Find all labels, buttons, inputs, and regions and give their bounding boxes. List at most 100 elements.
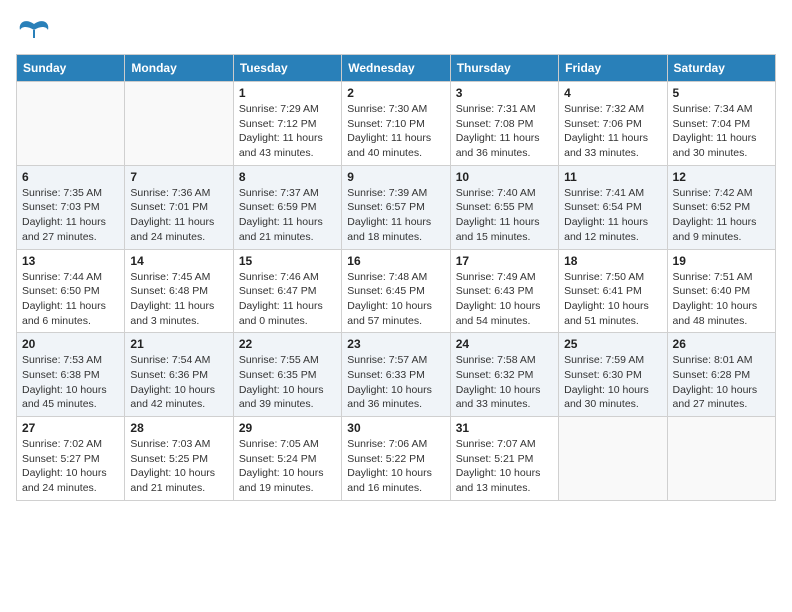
calendar-cell: 12Sunrise: 7:42 AMSunset: 6:52 PMDayligh…: [667, 165, 775, 249]
day-detail: Sunrise: 7:42 AMSunset: 6:52 PMDaylight:…: [673, 186, 770, 245]
day-detail: Sunrise: 7:35 AMSunset: 7:03 PMDaylight:…: [22, 186, 119, 245]
calendar-cell: 19 Sunrise: 7:51 AMSunset: 6:40 PMDayligh…: [667, 249, 775, 333]
day-detail: Sunrise: 7:59 AMSunset: 6:30 PMDaylight:…: [564, 353, 661, 412]
day-number: 24: [456, 337, 553, 351]
calendar-cell: [667, 417, 775, 501]
day-detail: Sunrise: 7:39 AMSunset: 6:57 PMDaylight:…: [347, 186, 444, 245]
weekday-header: Thursday: [450, 55, 558, 82]
day-number: 26: [673, 337, 770, 351]
day-number: 2: [347, 86, 444, 100]
calendar-cell: [559, 417, 667, 501]
day-number: 11: [564, 170, 661, 184]
day-detail: Sunrise: 7:57 AMSunset: 6:33 PMDaylight:…: [347, 353, 444, 412]
calendar-cell: 6 Sunrise: 7:35 AMSunset: 7:03 PMDaylight…: [17, 165, 125, 249]
day-number: 17: [456, 254, 553, 268]
day-number: 21: [130, 337, 227, 351]
calendar-cell: 26 Sunrise: 8:01 AMSunset: 6:28 PMDayligh…: [667, 333, 775, 417]
weekday-header: Sunday: [17, 55, 125, 82]
day-detail: Sunrise: 7:46 AMSunset: 6:47 PMDaylight:…: [239, 270, 336, 329]
calendar-cell: 9 Sunrise: 7:39 AMSunset: 6:57 PMDaylight…: [342, 165, 450, 249]
day-detail: Sunrise: 7:36 AMSunset: 7:01 PMDaylight:…: [130, 186, 227, 245]
day-detail: Sunrise: 7:29 AMSunset: 7:12 PMDaylight:…: [239, 102, 336, 161]
calendar-cell: 10 Sunrise: 7:40 AMSunset: 6:55 PMDayligh…: [450, 165, 558, 249]
calendar-cell: 25 Sunrise: 7:59 AMSunset: 6:30 PMDayligh…: [559, 333, 667, 417]
calendar-cell: 17 Sunrise: 7:49 AMSunset: 6:43 PMDayligh…: [450, 249, 558, 333]
calendar-cell: 30 Sunrise: 7:06 AMSunset: 5:22 PMDayligh…: [342, 417, 450, 501]
day-detail: Sunrise: 7:45 AMSunset: 6:48 PMDaylight:…: [130, 270, 227, 329]
day-detail: Sunrise: 7:55 AMSunset: 6:35 PMDaylight:…: [239, 353, 336, 412]
day-detail: Sunrise: 7:40 AMSunset: 6:55 PMDaylight:…: [456, 186, 553, 245]
calendar-cell: 13Sunrise: 7:44 AMSunset: 6:50 PMDayligh…: [17, 249, 125, 333]
day-detail: Sunrise: 7:49 AMSunset: 6:43 PMDaylight:…: [456, 270, 553, 329]
day-detail: Sunrise: 7:48 AMSunset: 6:45 PMDaylight:…: [347, 270, 444, 329]
day-detail: Sunrise: 7:53 AMSunset: 6:38 PMDaylight:…: [22, 353, 119, 412]
day-detail: Sunrise: 7:58 AMSunset: 6:32 PMDaylight:…: [456, 353, 553, 412]
day-number: 31: [456, 421, 553, 435]
calendar-cell: 8Sunrise: 7:37 AMSunset: 6:59 PMDaylight…: [233, 165, 341, 249]
day-number: 1: [239, 86, 336, 100]
day-detail: Sunrise: 7:03 AMSunset: 5:25 PMDaylight:…: [130, 437, 227, 496]
day-detail: Sunrise: 7:05 AMSunset: 5:24 PMDaylight:…: [239, 437, 336, 496]
calendar-week-row: 1 Sunrise: 7:29 AMSunset: 7:12 PMDaylight…: [17, 82, 776, 166]
calendar-cell: 16Sunrise: 7:48 AMSunset: 6:45 PMDayligh…: [342, 249, 450, 333]
calendar-week-row: 20Sunrise: 7:53 AMSunset: 6:38 PMDayligh…: [17, 333, 776, 417]
day-number: 8: [239, 170, 336, 184]
calendar-cell: 11 Sunrise: 7:41 AMSunset: 6:54 PMDayligh…: [559, 165, 667, 249]
day-number: 29: [239, 421, 336, 435]
calendar-cell: 14 Sunrise: 7:45 AMSunset: 6:48 PMDayligh…: [125, 249, 233, 333]
day-detail: Sunrise: 7:30 AMSunset: 7:10 PMDaylight:…: [347, 102, 444, 161]
calendar-week-row: 27 Sunrise: 7:02 AMSunset: 5:27 PMDayligh…: [17, 417, 776, 501]
calendar-cell: 2 Sunrise: 7:30 AMSunset: 7:10 PMDaylight…: [342, 82, 450, 166]
weekday-header: Monday: [125, 55, 233, 82]
day-number: 10: [456, 170, 553, 184]
calendar-cell: 21 Sunrise: 7:54 AMSunset: 6:36 PMDayligh…: [125, 333, 233, 417]
day-detail: Sunrise: 7:50 AMSunset: 6:41 PMDaylight:…: [564, 270, 661, 329]
day-number: 30: [347, 421, 444, 435]
day-detail: Sunrise: 7:06 AMSunset: 5:22 PMDaylight:…: [347, 437, 444, 496]
day-number: 23: [347, 337, 444, 351]
day-detail: Sunrise: 7:02 AMSunset: 5:27 PMDaylight:…: [22, 437, 119, 496]
day-number: 5: [673, 86, 770, 100]
calendar-cell: 24 Sunrise: 7:58 AMSunset: 6:32 PMDayligh…: [450, 333, 558, 417]
day-number: 18: [564, 254, 661, 268]
calendar-cell: 20Sunrise: 7:53 AMSunset: 6:38 PMDayligh…: [17, 333, 125, 417]
day-number: 25: [564, 337, 661, 351]
calendar-cell: [125, 82, 233, 166]
day-number: 14: [130, 254, 227, 268]
calendar-cell: 7Sunrise: 7:36 AMSunset: 7:01 PMDaylight…: [125, 165, 233, 249]
calendar-cell: 23 Sunrise: 7:57 AMSunset: 6:33 PMDayligh…: [342, 333, 450, 417]
calendar-cell: 15 Sunrise: 7:46 AMSunset: 6:47 PMDayligh…: [233, 249, 341, 333]
calendar-week-row: 6 Sunrise: 7:35 AMSunset: 7:03 PMDaylight…: [17, 165, 776, 249]
day-number: 28: [130, 421, 227, 435]
weekday-header: Wednesday: [342, 55, 450, 82]
day-detail: Sunrise: 7:54 AMSunset: 6:36 PMDaylight:…: [130, 353, 227, 412]
day-number: 27: [22, 421, 119, 435]
weekday-header: Friday: [559, 55, 667, 82]
day-detail: Sunrise: 7:44 AMSunset: 6:50 PMDaylight:…: [22, 270, 119, 329]
day-detail: Sunrise: 7:31 AMSunset: 7:08 PMDaylight:…: [456, 102, 553, 161]
calendar-cell: [17, 82, 125, 166]
day-detail: Sunrise: 7:34 AMSunset: 7:04 PMDaylight:…: [673, 102, 770, 161]
day-detail: Sunrise: 7:32 AMSunset: 7:06 PMDaylight:…: [564, 102, 661, 161]
calendar-cell: 1 Sunrise: 7:29 AMSunset: 7:12 PMDaylight…: [233, 82, 341, 166]
day-number: 3: [456, 86, 553, 100]
calendar-cell: 3 Sunrise: 7:31 AMSunset: 7:08 PMDaylight…: [450, 82, 558, 166]
day-number: 4: [564, 86, 661, 100]
day-number: 19: [673, 254, 770, 268]
calendar-table: SundayMondayTuesdayWednesdayThursdayFrid…: [16, 54, 776, 501]
calendar-cell: 5 Sunrise: 7:34 AMSunset: 7:04 PMDaylight…: [667, 82, 775, 166]
calendar-cell: 28 Sunrise: 7:03 AMSunset: 5:25 PMDayligh…: [125, 417, 233, 501]
day-detail: Sunrise: 7:07 AMSunset: 5:21 PMDaylight:…: [456, 437, 553, 496]
day-detail: Sunrise: 7:51 AMSunset: 6:40 PMDaylight:…: [673, 270, 770, 329]
day-number: 22: [239, 337, 336, 351]
day-number: 6: [22, 170, 119, 184]
weekday-header: Tuesday: [233, 55, 341, 82]
day-number: 9: [347, 170, 444, 184]
logo: [16, 16, 56, 44]
day-detail: Sunrise: 8:01 AMSunset: 6:28 PMDaylight:…: [673, 353, 770, 412]
calendar-cell: 18 Sunrise: 7:50 AMSunset: 6:41 PMDayligh…: [559, 249, 667, 333]
calendar-cell: 27 Sunrise: 7:02 AMSunset: 5:27 PMDayligh…: [17, 417, 125, 501]
calendar-cell: 31 Sunrise: 7:07 AMSunset: 5:21 PMDayligh…: [450, 417, 558, 501]
day-detail: Sunrise: 7:41 AMSunset: 6:54 PMDaylight:…: [564, 186, 661, 245]
day-number: 15: [239, 254, 336, 268]
